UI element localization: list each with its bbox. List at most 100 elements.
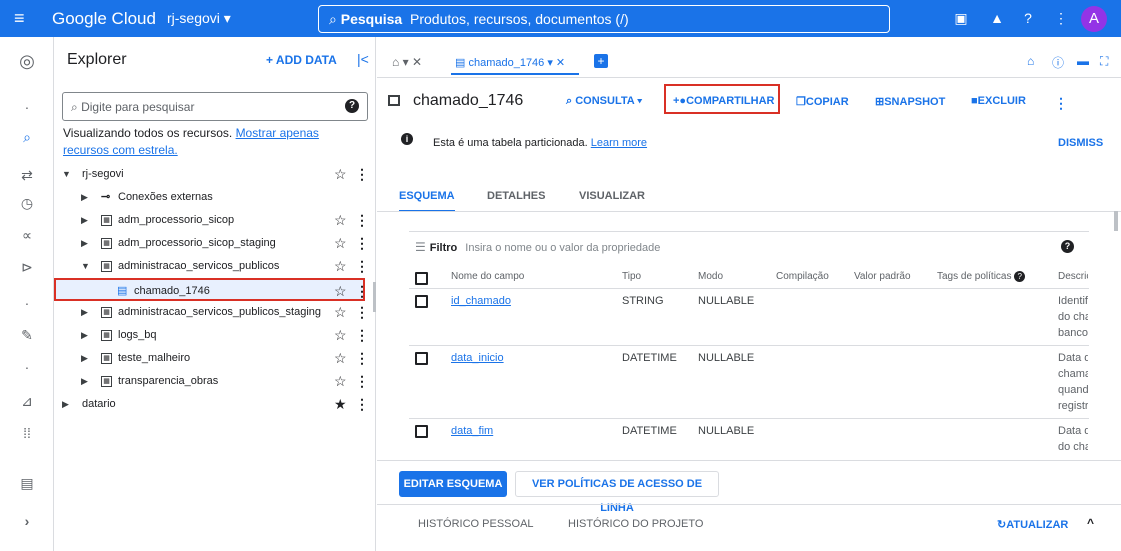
chevron-right-icon[interactable]: ▶	[81, 186, 88, 209]
row-access-policies-button[interactable]: VER POLÍTICAS DE ACESSO DE LINHA	[515, 471, 719, 514]
help-icon[interactable]: ?	[345, 99, 359, 113]
transfer-icon[interactable]: ⇄	[0, 167, 54, 184]
refresh-button[interactable]: ↻ATUALIZAR	[997, 518, 1068, 531]
collapse-icon[interactable]: |<	[357, 51, 369, 67]
col-collation[interactable]: Compilação	[776, 271, 829, 282]
add-data-button[interactable]: + ADD DATA	[266, 53, 337, 67]
clock-icon[interactable]: ◷	[0, 195, 54, 212]
tree-dataset[interactable]: ▶ ▦ teste_malheiro ☆ ⋮	[54, 347, 376, 370]
project-selector[interactable]: rj-segovi ▾	[167, 10, 231, 27]
tree-dataset[interactable]: ▶ ▦ adm_processorio_sicop_staging ☆ ⋮	[54, 232, 376, 255]
search-icon[interactable]: ⌕	[0, 129, 54, 146]
tree-dataset[interactable]: ▼ ▦ administracao_servicos_publicos ☆ ⋮	[54, 255, 376, 278]
col-default-value[interactable]: Valor padrão	[854, 271, 911, 282]
chevron-down-icon[interactable]: ▼	[62, 163, 71, 186]
field-name-link[interactable]: data_fim	[451, 425, 493, 437]
info-icon[interactable]: ⓘ	[1052, 54, 1064, 71]
more-vert-icon[interactable]: ⋮	[355, 209, 369, 232]
more-vert-icon[interactable]: ⋮	[355, 324, 369, 347]
expand-icon[interactable]: ›	[0, 513, 54, 529]
new-tab-icon[interactable]: +	[594, 54, 608, 68]
more-vert-icon[interactable]: ⋮	[355, 301, 369, 324]
chevron-right-icon[interactable]: ▶	[81, 301, 88, 324]
chevron-right-icon[interactable]: ▶	[62, 393, 69, 416]
star-icon[interactable]: ★	[334, 393, 347, 416]
col-policy-tags[interactable]: Tags de políticas ?	[937, 271, 1026, 282]
more-vert-icon[interactable]: ⋮	[1054, 95, 1068, 112]
star-icon[interactable]: ☆	[334, 209, 347, 232]
tree-dataset[interactable]: ▶ ▦ administracao_servicos_publicos_stag…	[54, 301, 376, 324]
google-cloud-logo[interactable]: Google Cloud	[52, 9, 156, 29]
bigquery-icon[interactable]: ◎	[0, 51, 54, 72]
tab-schema[interactable]: ESQUEMA	[399, 190, 455, 212]
fullscreen-icon[interactable]: ⛶	[1100, 54, 1108, 69]
star-icon[interactable]: ☆	[334, 370, 347, 393]
cloud-shell-icon[interactable]: ▣	[952, 9, 970, 27]
delete-button[interactable]: ■EXCLUIR	[971, 95, 1026, 107]
help-icon[interactable]: ?	[1061, 240, 1074, 253]
row-checkbox[interactable]	[415, 352, 428, 365]
tree-table-selected[interactable]: ▤ chamado_1746 ☆ ⋮	[54, 278, 369, 301]
analytics-icon[interactable]: ∝	[0, 227, 54, 244]
more-vert-icon[interactable]: ⋮	[355, 163, 369, 186]
wrench-icon[interactable]: ✎	[0, 327, 54, 344]
tree-dataset[interactable]: ▶ ▦ transparencia_obras ☆ ⋮	[54, 370, 376, 393]
star-icon[interactable]: ☆	[334, 163, 347, 186]
more-vert-icon[interactable]: ⋮	[355, 232, 369, 255]
home-icon[interactable]: ⌂	[1027, 54, 1034, 68]
tree-external-connections[interactable]: ▶ ⊸ Conexões externas	[54, 186, 376, 209]
keyboard-icon[interactable]: ▬	[1077, 54, 1089, 68]
edit-schema-button[interactable]: EDITAR ESQUEMA	[399, 471, 507, 497]
more-vert-icon[interactable]: ⋮	[355, 393, 369, 416]
main-scrollbar[interactable]	[1114, 211, 1118, 231]
notifications-icon[interactable]: ▲	[988, 9, 1006, 27]
tab-preview[interactable]: VISUALIZAR	[579, 190, 645, 202]
tree-project-datario[interactable]: ▶ datario ★ ⋮	[54, 393, 376, 416]
star-icon[interactable]: ☆	[334, 324, 347, 347]
release-notes-icon[interactable]: ▤	[0, 475, 54, 492]
col-type[interactable]: Tipo	[622, 271, 641, 282]
tab-details[interactable]: DETALHES	[487, 190, 545, 202]
tree-project-rj-segovi[interactable]: ▼ rj-segovi ☆ ⋮	[54, 163, 376, 186]
tree-dataset[interactable]: ▶ ▦ logs_bq ☆ ⋮	[54, 324, 376, 347]
row-checkbox[interactable]	[415, 295, 428, 308]
grid-icon[interactable]: ⁞⁞	[0, 425, 54, 441]
chevron-right-icon[interactable]: ▶	[81, 347, 88, 370]
copy-button[interactable]: ❐COPIAR	[796, 95, 849, 108]
row-checkbox[interactable]	[415, 425, 428, 438]
more-vert-icon[interactable]: ⋮	[1052, 9, 1070, 27]
project-history-tab[interactable]: HISTÓRICO DO PROJETO	[568, 518, 703, 530]
search-bar[interactable]: ⌕ Pesquisa Produtos, recursos, documento…	[318, 5, 890, 33]
query-button[interactable]: ⌕ CONSULTA ▾	[566, 95, 642, 108]
col-description[interactable]: Descriç	[1058, 271, 1088, 282]
explorer-search-input[interactable]: ⌕ Digite para pesquisar ?	[62, 92, 368, 121]
flow-icon[interactable]: ⊳	[0, 259, 54, 276]
menu-icon[interactable]: ≡	[14, 9, 32, 27]
star-icon[interactable]: ☆	[334, 347, 347, 370]
chevron-right-icon[interactable]: ▶	[81, 232, 88, 255]
more-vert-icon[interactable]: ⋮	[355, 347, 369, 370]
more-vert-icon[interactable]: ⋮	[355, 255, 369, 278]
field-name-link[interactable]: data_inicio	[451, 352, 504, 364]
dismiss-button[interactable]: DISMISS	[1058, 137, 1103, 149]
monitoring-icon[interactable]: ⊿	[0, 393, 54, 410]
tree-dataset[interactable]: ▶ ▦ adm_processorio_sicop ☆ ⋮	[54, 209, 376, 232]
personal-history-tab[interactable]: HISTÓRICO PESSOAL	[418, 518, 534, 530]
select-all-checkbox[interactable]	[415, 272, 428, 285]
share-button[interactable]: +●COMPARTILHAR	[673, 95, 774, 107]
chevron-right-icon[interactable]: ▶	[81, 370, 88, 393]
help-icon[interactable]: ?	[1019, 9, 1037, 27]
star-icon[interactable]: ☆	[334, 232, 347, 255]
col-field-name[interactable]: Nome do campo	[451, 271, 524, 282]
chevron-down-icon[interactable]: ▼	[81, 255, 90, 278]
chevron-up-icon[interactable]: ^	[1087, 516, 1094, 530]
avatar[interactable]: A	[1081, 6, 1107, 32]
col-mode[interactable]: Modo	[698, 271, 723, 282]
star-icon[interactable]: ☆	[334, 255, 347, 278]
tab-chamado-1746[interactable]: ▤ chamado_1746 ▾ ✕	[451, 51, 579, 75]
explorer-scrollbar[interactable]	[373, 282, 376, 312]
help-icon[interactable]: ?	[1014, 271, 1026, 282]
home-icon[interactable]: ⌂ ▾ ✕	[392, 55, 422, 69]
field-name-link[interactable]: id_chamado	[451, 295, 511, 307]
schema-filter[interactable]: ☰ Filtro Insira o nome ou o valor da propr…	[415, 240, 660, 254]
